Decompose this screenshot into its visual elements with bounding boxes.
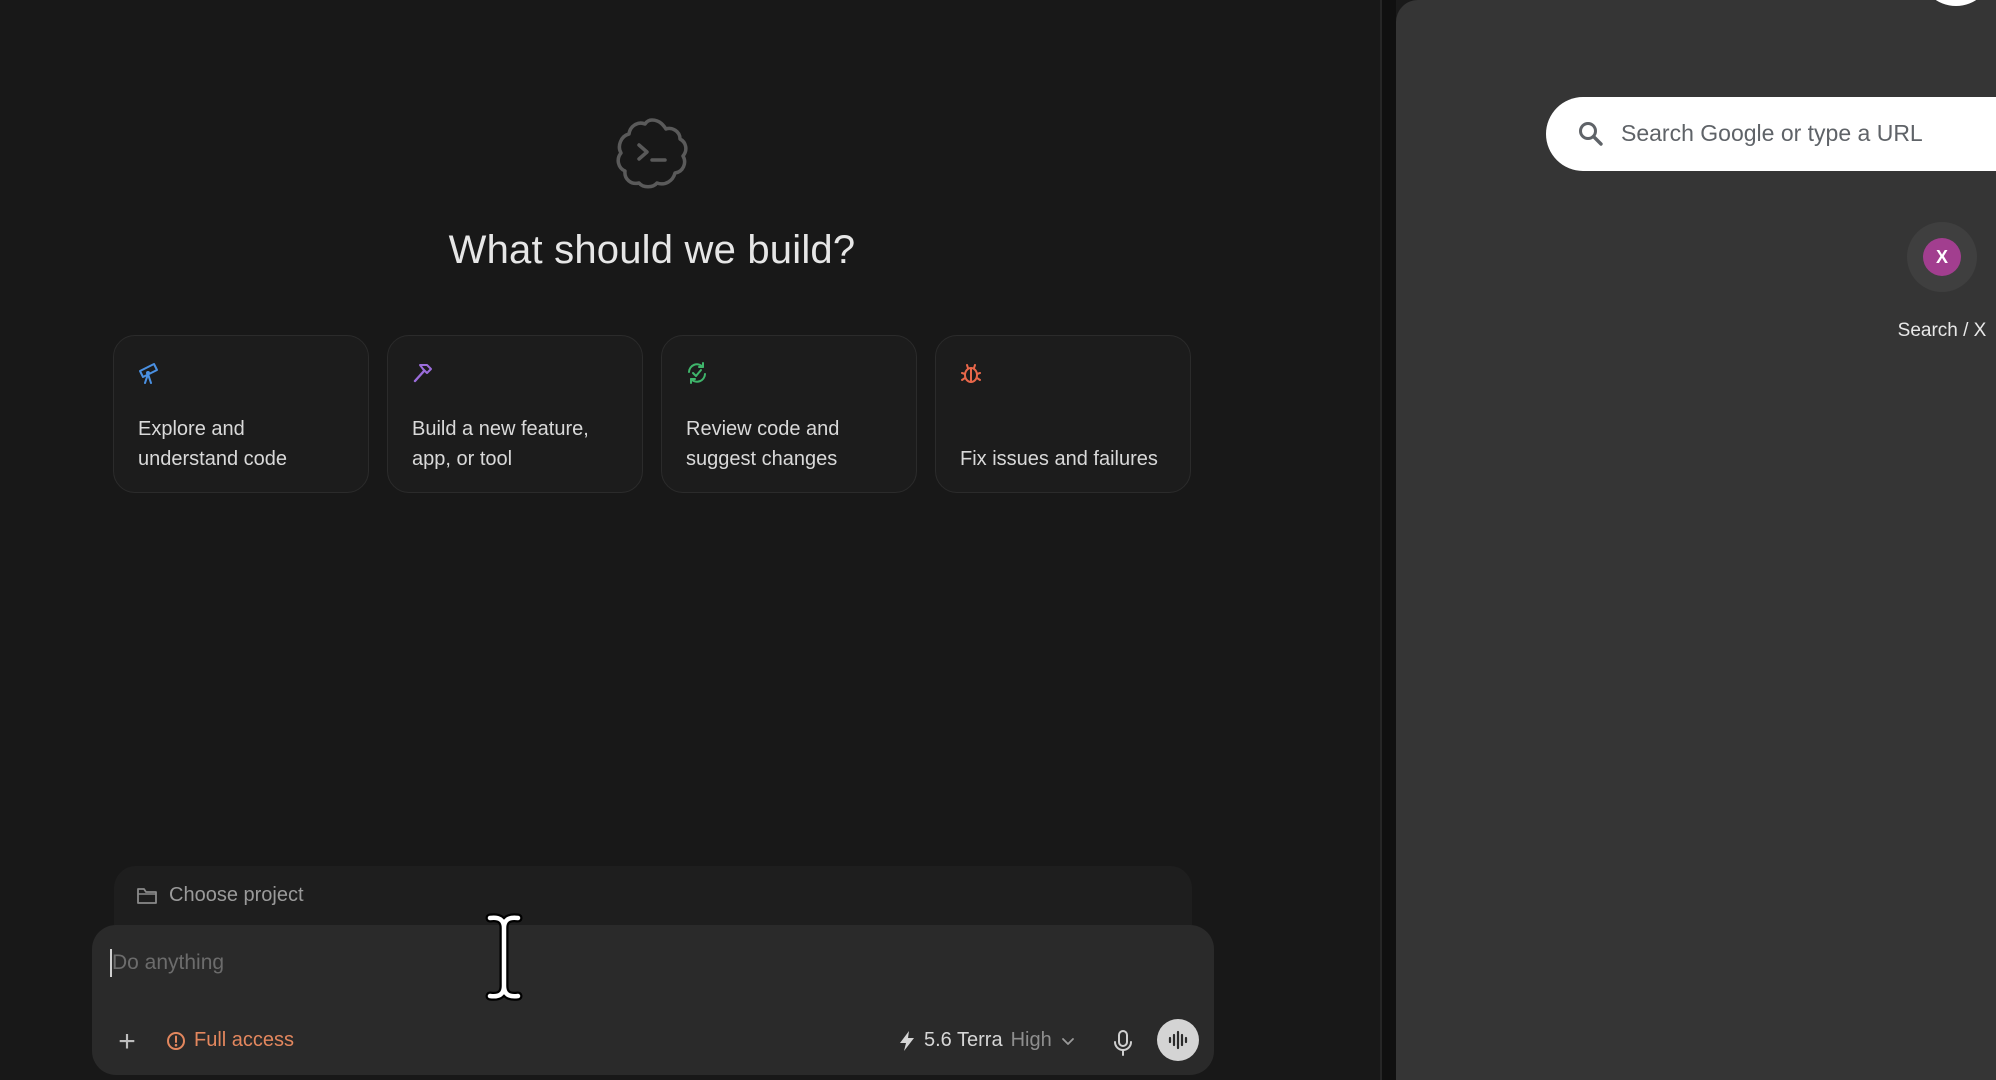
model-selector[interactable]: 5.6 Terra High bbox=[898, 1029, 1076, 1052]
alert-circle-icon bbox=[167, 1031, 185, 1050]
choose-project-button[interactable]: Choose project bbox=[114, 866, 1192, 928]
shortcut-search-x[interactable]: X bbox=[1907, 222, 1977, 292]
suggestion-label: Review code and suggest changes bbox=[686, 418, 840, 470]
telescope-icon bbox=[139, 363, 158, 384]
suggestion-card-review[interactable]: Review code and suggest changes bbox=[661, 335, 917, 493]
suggestion-card-build[interactable]: Build a new feature, app, or tool bbox=[387, 335, 643, 493]
search-input[interactable]: Search Google or type a URL bbox=[1546, 97, 1996, 171]
pane-divider[interactable] bbox=[1380, 0, 1396, 1080]
search-icon bbox=[1579, 122, 1603, 146]
model-name: 5.6 Terra bbox=[924, 1029, 1003, 1051]
hammer-icon bbox=[413, 364, 432, 383]
suggestion-card-fix[interactable]: Fix issues and failures bbox=[935, 335, 1191, 493]
page-title: What should we build? bbox=[448, 228, 856, 272]
full-access-label: Full access bbox=[194, 1029, 295, 1051]
folder-icon bbox=[137, 888, 157, 904]
assistant-pane: What should we build? Explore and unders… bbox=[0, 0, 1380, 1080]
full-access-button[interactable]: Full access bbox=[166, 1029, 294, 1052]
bug-icon bbox=[961, 364, 981, 383]
shortcut-label[interactable]: Search / X bbox=[1862, 320, 1996, 342]
microphone-icon[interactable] bbox=[1110, 1028, 1136, 1058]
review-cycle-icon bbox=[688, 362, 706, 384]
suggestion-label: Build a new feature, app, or tool bbox=[412, 418, 589, 470]
terminal-cloud-icon bbox=[616, 118, 688, 189]
voice-waveform-icon bbox=[1168, 1030, 1188, 1050]
plus-icon[interactable]: + bbox=[112, 1027, 142, 1058]
x-favicon: X bbox=[1923, 238, 1961, 276]
screen: What should we build? Explore and unders… bbox=[0, 0, 1996, 1080]
browser-pane: Search Google or type a URL X Search / X bbox=[1396, 0, 1996, 1080]
search-placeholder: Search Google or type a URL bbox=[1621, 120, 1923, 146]
suggestion-label: Fix issues and failures bbox=[960, 448, 1158, 470]
profile-avatar[interactable] bbox=[1921, 0, 1991, 6]
chevron-down-icon bbox=[1061, 1037, 1074, 1045]
suggestion-card-explore[interactable]: Explore and understand code bbox=[113, 335, 369, 493]
voice-mode-button[interactable] bbox=[1157, 1019, 1199, 1061]
suggestion-label: Explore and understand code bbox=[138, 418, 288, 470]
bolt-icon bbox=[900, 1030, 914, 1051]
choose-project-label: Choose project bbox=[169, 884, 304, 906]
prompt-input[interactable]: Do anything bbox=[112, 951, 224, 975]
model-level: High bbox=[1010, 1029, 1052, 1051]
prompt-composer: Do anything + Full access 5.6 Terra High bbox=[92, 925, 1214, 1075]
